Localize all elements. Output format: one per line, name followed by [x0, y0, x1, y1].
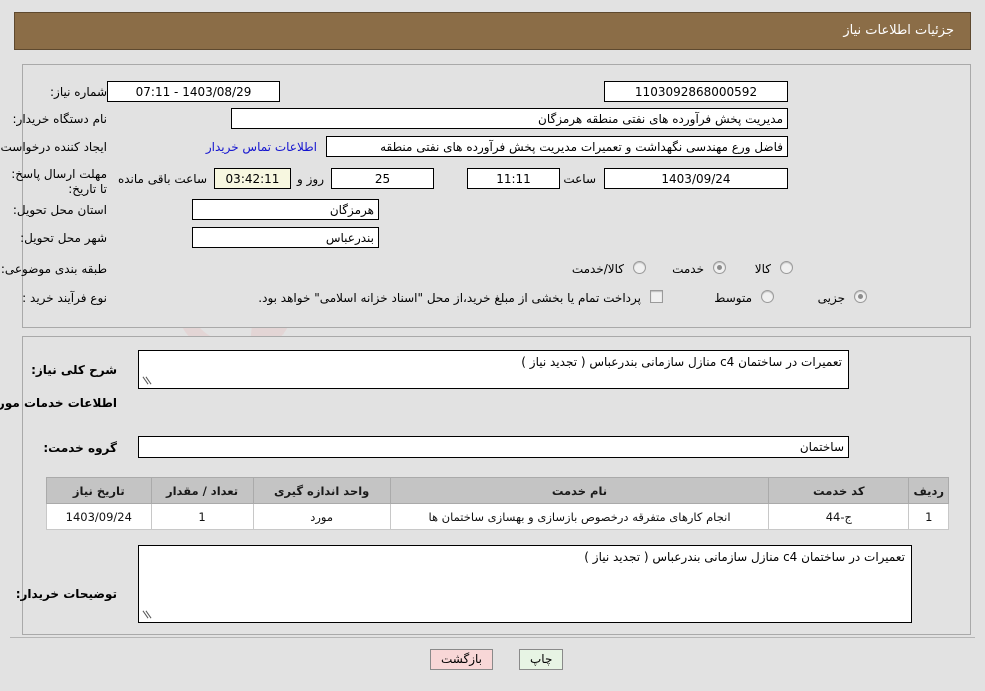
resize-grip-icon-2[interactable] — [141, 609, 153, 621]
service-section-title: اطلاعات خدمات مورد نیاز — [0, 396, 117, 410]
page-root: AriaTender.net جزئیات اطلاعات نیاز شماره… — [0, 0, 985, 691]
buyer-org-value: مدیریت پخش فرآورده های نفتی منطقه هرمزگا… — [231, 108, 788, 129]
cell-qty: 1 — [150, 503, 254, 530]
col-date: تاریخ نیاز — [46, 477, 152, 504]
category-option-label-goods-service: کالا/خدمت — [571, 262, 624, 276]
cell-code: ج-44 — [768, 503, 910, 530]
col-name: نام خدمت — [389, 477, 770, 504]
col-unit: واحد اندازه گیری — [252, 477, 391, 504]
treasury-bonds-checkbox[interactable] — [650, 290, 663, 303]
category-radio-service[interactable] — [713, 261, 726, 274]
buyer-notes-label: توضیحات خریدار: — [15, 587, 117, 601]
cell-row: 1 — [908, 503, 949, 530]
remaining-suffix-label: ساعت باقی مانده — [117, 172, 207, 186]
print-button[interactable]: چاپ — [519, 649, 564, 670]
process-option-label-medium: متوسط — [714, 291, 752, 305]
deadline-date-value: 1403/09/24 — [604, 168, 788, 189]
need-number-value: 1103092868000592 — [604, 81, 788, 102]
page-header: جزئیات اطلاعات نیاز — [14, 12, 971, 50]
requester-value: فاضل ورع مهندسی نگهداشت و تعمیرات مدیریت… — [326, 136, 788, 157]
remaining-days-label: روز و — [297, 172, 324, 186]
process-label: نوع فرآیند خرید : — [22, 291, 107, 305]
city-label: شهر محل تحویل: — [20, 231, 107, 245]
table-row: 1 ج-44 انجام کارهای متفرقه درخصوص بازساز… — [46, 503, 949, 530]
general-description-value: تعمیرات در ساختمان c4 منازل سازمانی بندر… — [521, 355, 842, 369]
col-code: کد خدمت — [768, 477, 910, 504]
resize-grip-icon[interactable] — [141, 375, 153, 387]
cell-date: 1403/09/24 — [46, 503, 152, 530]
process-radio-medium[interactable] — [761, 290, 774, 303]
buyer-org-label: نام دستگاه خریدار: — [12, 112, 108, 126]
page-title: جزئیات اطلاعات نیاز — [843, 23, 954, 38]
need-number-label: شماره نیاز: — [50, 85, 107, 99]
treasury-bonds-label: پرداخت تمام یا بخشی از مبلغ خرید،از محل … — [258, 291, 641, 305]
category-label: طبقه بندی موضوعی: — [0, 262, 107, 276]
buyer-notes-value: تعمیرات در ساختمان c4 منازل سازمانی بندر… — [584, 550, 905, 564]
general-description-label: شرح کلی نیاز: — [31, 363, 117, 377]
footer-separator — [10, 637, 975, 638]
col-row: ردیف — [908, 477, 949, 504]
category-option-label-service: خدمت — [672, 262, 704, 276]
table-header-row: ردیف کد خدمت نام خدمت واحد اندازه گیری ت… — [46, 477, 949, 504]
buyer-notes-textarea[interactable]: تعمیرات در ساختمان c4 منازل سازمانی بندر… — [138, 545, 912, 623]
need-info-panel — [22, 64, 971, 328]
remaining-countdown-value: 03:42:11 — [214, 168, 291, 189]
deadline-label: مهلت ارسال پاسخ: تا تاریخ: — [11, 167, 107, 196]
category-option-label-goods: کالا — [754, 262, 771, 276]
province-label: استان محل تحویل: — [12, 203, 107, 217]
process-option-label-minor: جزیی — [817, 291, 845, 305]
buyer-contact-link[interactable]: اطلاعات تماس خریدار — [206, 140, 317, 154]
process-radio-minor[interactable] — [854, 290, 867, 303]
deadline-time-value: 11:11 — [467, 168, 560, 189]
services-table: ردیف کد خدمت نام خدمت واحد اندازه گیری ت… — [46, 477, 949, 530]
col-qty: تعداد / مقدار — [150, 477, 254, 504]
service-group-value: ساختمان — [138, 436, 849, 458]
cell-unit: مورد — [252, 503, 391, 530]
requester-label: ایجاد کننده درخواست: — [0, 140, 107, 154]
cell-name: انجام کارهای متفرقه درخصوص بازسازی و بهس… — [389, 503, 770, 530]
category-radio-goods[interactable] — [780, 261, 793, 274]
deadline-hour-label: ساعت — [563, 172, 596, 186]
general-description-textarea[interactable]: تعمیرات در ساختمان c4 منازل سازمانی بندر… — [138, 350, 849, 389]
city-value: بندرعباس — [192, 227, 379, 248]
remaining-days-value: 25 — [331, 168, 434, 189]
service-group-label: گروه خدمت: — [43, 441, 117, 455]
public-announce-value: 1403/08/29 - 07:11 — [107, 81, 280, 102]
back-button[interactable]: بازگشت — [430, 649, 493, 670]
category-radio-goods-service[interactable] — [633, 261, 646, 274]
province-value: هرمزگان — [192, 199, 379, 220]
